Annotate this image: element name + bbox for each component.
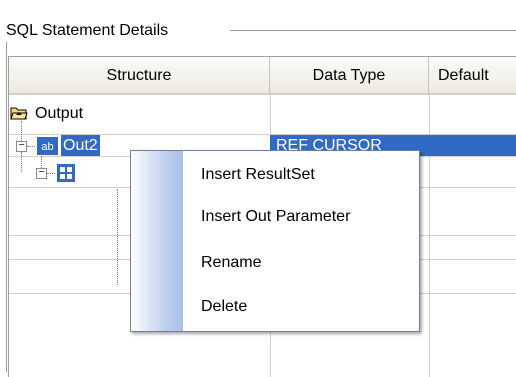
resultset-icon — [57, 164, 75, 182]
folder-open-icon — [10, 107, 28, 120]
group-divider — [230, 30, 516, 32]
collapse-toggle[interactable]: − — [16, 141, 27, 152]
context-menu[interactable]: Insert ResultSet Insert Out Parameter Re… — [130, 150, 420, 332]
column-header-data-type[interactable]: Data Type — [270, 57, 429, 95]
tree-line — [47, 173, 55, 174]
ab-parameter-icon: ab — [37, 137, 58, 155]
tree-node-label: Output — [35, 105, 84, 122]
menu-item-delete[interactable]: Delete — [201, 295, 247, 319]
tree-line — [117, 189, 118, 285]
column-header-default[interactable]: Default — [429, 57, 516, 95]
menu-item-insert-resultset[interactable]: Insert ResultSet — [201, 163, 315, 187]
tree-node-label: Out2 — [61, 135, 100, 156]
svg-text:ab: ab — [41, 141, 53, 153]
group-title: SQL Statement Details — [6, 20, 173, 42]
tree-line — [27, 146, 35, 147]
menu-icon-strip — [131, 151, 183, 331]
menu-item-insert-out-parameter[interactable]: Insert Out Parameter — [201, 205, 350, 229]
collapse-toggle[interactable]: − — [36, 168, 47, 179]
column-header-structure[interactable]: Structure — [9, 57, 270, 95]
menu-item-rename[interactable]: Rename — [201, 251, 261, 275]
tree-line — [21, 152, 22, 172]
group-border — [6, 42, 7, 372]
